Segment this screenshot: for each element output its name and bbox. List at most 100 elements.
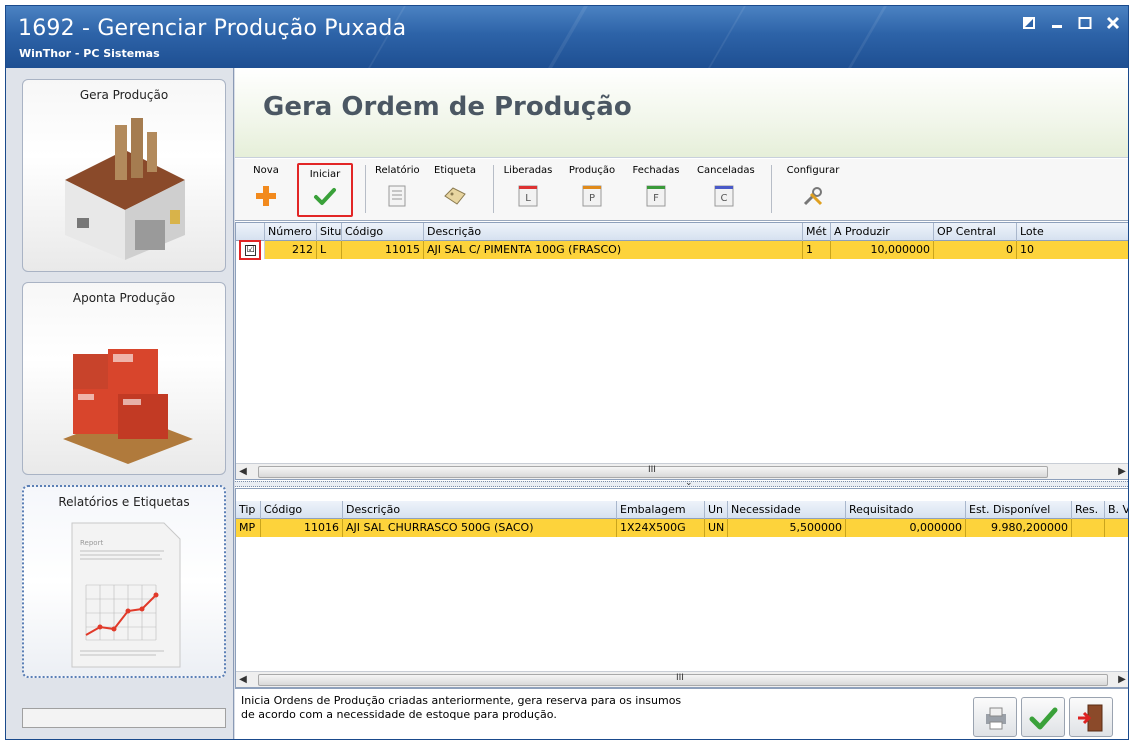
col-situ[interactable]: Situ. <box>317 223 342 241</box>
boxes-pallet-icon <box>63 349 193 464</box>
canceladas-label: Canceladas <box>697 165 755 176</box>
fechadas-letter: F <box>653 193 659 204</box>
cell-lote: 10 <box>1020 243 1034 256</box>
col-un[interactable]: Un <box>705 501 728 519</box>
col-res[interactable]: Res. <box>1072 501 1105 519</box>
orders-grid: Número OP Situ. Código Descrição Mét A P… <box>235 222 1128 480</box>
scroll-left-icon[interactable]: ◀ <box>236 464 250 479</box>
nav-card-label: Relatórios e Etiquetas <box>58 495 190 509</box>
col-codigo[interactable]: Código <box>261 501 343 519</box>
col-b-vi[interactable]: B. Vi <box>1105 501 1128 519</box>
col-tip[interactable]: Tip <box>236 501 261 519</box>
row-checkbox[interactable]: ☑ <box>245 245 256 256</box>
tag-icon <box>444 187 466 205</box>
plus-icon <box>256 186 276 206</box>
scroll-right-icon[interactable]: ▶ <box>1115 464 1128 479</box>
liberadas-label: Liberadas <box>503 165 553 176</box>
producao-letter: P <box>589 193 595 204</box>
col-op-central[interactable]: OP Central <box>934 223 1017 241</box>
cell-a-produzir: 10,000000 <box>831 241 934 259</box>
main-panel: Gera Ordem de Produção Nova Iniciar Rela… <box>235 68 1128 739</box>
cell-necessidade: 5,500000 <box>728 519 846 537</box>
page-title: Gera Ordem de Produção <box>263 92 632 122</box>
toolbar-separator <box>771 165 772 213</box>
cell-codigo: 11016 <box>261 519 343 537</box>
nova-label: Nova <box>253 165 279 176</box>
scroll-left-icon[interactable]: ◀ <box>236 672 250 687</box>
restore-icon[interactable] <box>1020 16 1038 34</box>
cell-situ: L <box>317 241 342 259</box>
cell-descricao: AJI SAL C/ PIMENTA 100G (FRASCO) <box>424 241 803 259</box>
canceladas-letter: C <box>721 193 728 204</box>
left-nav: Gera Produção Aponta Produção Relatórios… <box>6 68 234 739</box>
etiqueta-button[interactable]: Etiqueta <box>433 165 477 215</box>
canceladas-button[interactable]: Canceladas C <box>697 165 755 215</box>
col-requisitado[interactable]: Requisitado <box>846 501 966 519</box>
col-lote[interactable]: Lote <box>1017 223 1128 241</box>
exit-button[interactable] <box>1069 697 1113 737</box>
check-icon <box>1029 707 1058 730</box>
close-icon[interactable] <box>1104 16 1122 34</box>
toolbar-separator <box>365 165 366 213</box>
producao-button[interactable]: Produção P <box>567 165 617 215</box>
col-numero-op[interactable]: Número OP <box>265 223 317 241</box>
document-icon <box>388 185 406 207</box>
minimize-icon[interactable] <box>1048 16 1066 34</box>
inputs-grid-header: Tip Código Descrição Embalagem Un Necess… <box>236 501 1128 519</box>
cell-codigo: 11015 <box>342 241 424 259</box>
cell-tip: MP <box>236 519 261 537</box>
nav-card-gera-producao[interactable]: Gera Produção <box>22 79 226 272</box>
bottom-bar: Inicia Ordens de Produção criadas anteri… <box>235 688 1128 739</box>
nova-button[interactable]: Nova <box>249 165 283 215</box>
orders-hscrollbar[interactable]: ◀ III ▶ <box>236 463 1128 479</box>
fechadas-label: Fechadas <box>632 165 680 176</box>
toolbar: Nova Iniciar Relatório Etiqueta Liberada… <box>235 159 1128 221</box>
col-codigo[interactable]: Código <box>342 223 424 241</box>
col-a-produzir[interactable]: A Produzir <box>831 223 934 241</box>
scroll-right-icon[interactable]: ▶ <box>1115 672 1128 687</box>
col-descricao[interactable]: Descrição <box>343 501 617 519</box>
row-checkbox-highlight[interactable]: ☑ <box>239 240 261 260</box>
liberadas-letter: L <box>525 193 531 204</box>
exit-door-icon <box>1078 704 1103 732</box>
configurar-label: Configurar <box>786 165 840 176</box>
nav-card-relatorios-etiquetas[interactable]: Relatórios e Etiquetas Report <box>22 485 226 678</box>
canceladas-doc-icon: C <box>714 185 734 207</box>
table-row[interactable]: 212 L 11015 AJI SAL C/ PIMENTA 100G (FRA… <box>236 241 1128 259</box>
chevron-down-icon[interactable]: ⌄ <box>685 478 693 488</box>
col-met[interactable]: Mét <box>803 223 831 241</box>
nav-card-aponta-producao[interactable]: Aponta Produção <box>22 282 226 475</box>
window-subtitle: WinThor - PC Sistemas <box>19 47 160 60</box>
check-icon <box>314 188 336 205</box>
title-bar: 1692 - Gerenciar Produção Puxada WinThor… <box>6 6 1128 68</box>
producao-label: Produção <box>568 165 616 176</box>
cell-descricao: AJI SAL CHURRASCO 500G (SACO) <box>343 519 617 537</box>
col-embalagem[interactable]: Embalagem <box>617 501 705 519</box>
nav-status-field <box>22 708 226 728</box>
maximize-icon[interactable] <box>1076 16 1094 34</box>
col-est-disponivel[interactable]: Est. Disponível <box>966 501 1072 519</box>
inputs-grid: Tip Código Descrição Embalagem Un Necess… <box>235 488 1128 688</box>
col-necessidade[interactable]: Necessidade <box>728 501 846 519</box>
confirm-button[interactable] <box>1021 697 1065 737</box>
inputs-hscrollbar[interactable]: ◀ III ▶ <box>236 671 1128 687</box>
orders-grid-header: Número OP Situ. Código Descrição Mét A P… <box>236 223 1128 241</box>
fechadas-button[interactable]: Fechadas F <box>631 165 681 215</box>
hint-line-1: Inicia Ordens de Produção criadas anteri… <box>241 694 682 707</box>
print-button[interactable] <box>973 697 1017 737</box>
cell-requisitado: 0,000000 <box>846 519 966 537</box>
col-descricao[interactable]: Descrição <box>424 223 803 241</box>
table-row[interactable]: MP 11016 AJI SAL CHURRASCO 500G (SACO) 1… <box>236 519 1128 537</box>
liberadas-button[interactable]: Liberadas L <box>503 165 553 215</box>
configurar-button[interactable]: Configurar <box>785 165 841 215</box>
iniciar-button[interactable]: Iniciar <box>297 163 353 217</box>
etiqueta-label: Etiqueta <box>434 165 476 176</box>
hint-line-2: de acordo com a necessidade de estoque p… <box>241 708 557 721</box>
relatorio-button[interactable]: Relatório <box>375 165 420 215</box>
iniciar-label: Iniciar <box>309 169 341 180</box>
grid-splitter[interactable]: ⌄ <box>235 478 1128 488</box>
cell-op-central: 0 <box>934 241 1017 259</box>
cell-res <box>1072 519 1105 537</box>
scroll-grip: III <box>648 465 656 475</box>
cell-met: 1 <box>803 241 831 259</box>
